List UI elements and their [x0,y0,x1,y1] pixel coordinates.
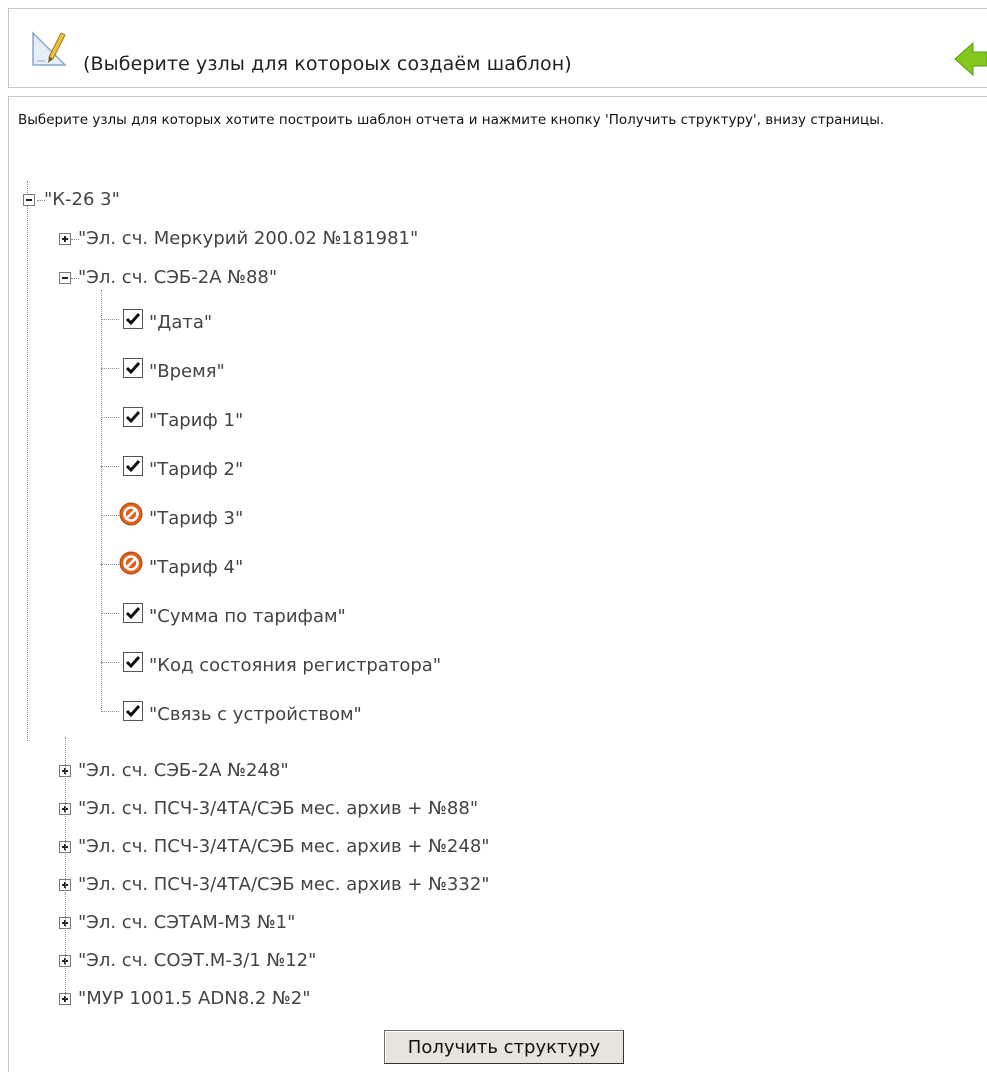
tree-node-meter[interactable]: "МУР 1001.5 ADN8.2 №2" [78,988,311,1010]
checkmark-icon [125,362,141,375]
tree-leaf-label[interactable]: "Время" [149,361,225,383]
tree-guide-line [101,613,119,614]
tree-guide-line [101,466,119,467]
node-checkbox[interactable] [123,407,143,427]
tree-node-meter[interactable]: "Эл. сч. СЭТАМ-М3 №1" [78,912,295,934]
tree-guide-line [101,368,119,369]
tree-guide-line [101,564,119,565]
page-title: (Выберите узлы для котороых создаём шабл… [83,53,572,75]
header-bar: (Выберите узлы для котороых создаём шабл… [8,8,987,88]
get-structure-button[interactable]: Получить структуру [384,1030,624,1064]
tree-node-meter[interactable]: "Эл. сч. Меркурий 200.02 №181981" [78,228,418,250]
node-checkbox[interactable] [123,456,143,476]
collapse-toggle-icon[interactable] [23,194,35,206]
node-checkbox[interactable] [123,652,143,672]
tree-node-meter[interactable]: "Эл. сч. ПСЧ-3/4ТА/СЭБ мес. архив + №332… [78,874,490,896]
ban-icon[interactable] [119,502,143,526]
expand-toggle-icon[interactable] [59,233,71,245]
tree-guide-line [101,515,119,516]
tree-guide-line [101,319,119,320]
node-checkbox[interactable] [123,701,143,721]
tree-guide-line [65,737,66,999]
ban-icon[interactable] [119,551,143,575]
checkmark-icon [125,705,141,718]
tree-leaf-label[interactable]: "Связь с устройством" [149,704,362,726]
checkmark-icon [125,607,141,620]
tree-guide-line [101,417,119,418]
tree-leaf-label[interactable]: "Тариф 3" [149,508,243,530]
node-checkbox[interactable] [123,603,143,623]
tree-leaf-label[interactable]: "Дата" [149,312,212,334]
node-checkbox[interactable] [123,309,143,329]
tree-guide-line [101,662,119,663]
tree-node-meter[interactable]: "Эл. сч. СОЭТ.М-3/1 №12" [78,950,316,972]
tree-guide-line [27,181,28,741]
back-arrow-icon[interactable] [953,39,987,79]
tree-guide-line [101,711,119,712]
tree-node-root[interactable]: "К-26 3" [44,189,120,211]
tree-node-meter[interactable]: "Эл. сч. ПСЧ-3/4ТА/СЭБ мес. архив + №88" [78,798,478,820]
tree-node-meter[interactable]: "Эл. сч. СЭБ-2А №88" [78,267,277,289]
checkmark-icon [125,411,141,424]
tree-panel: Выберите узлы для которых хотите построи… [8,96,987,1072]
tree-leaf-label[interactable]: "Сумма по тарифам" [149,606,346,628]
tree-leaf-label[interactable]: "Код состояния регистратора" [149,655,441,677]
instructions-text: Выберите узлы для которых хотите построи… [18,112,885,128]
checkmark-icon [125,656,141,669]
tree-leaf-label[interactable]: "Тариф 2" [149,459,243,481]
collapse-toggle-icon[interactable] [59,272,71,284]
tree-leaf-label[interactable]: "Тариф 4" [149,557,243,579]
checkmark-icon [125,460,141,473]
tree-guide-line [101,290,102,710]
tree-leaf-label[interactable]: "Тариф 1" [149,410,243,432]
pencil-ruler-icon [32,31,67,66]
node-checkbox[interactable] [123,358,143,378]
tree-node-meter[interactable]: "Эл. сч. СЭБ-2А №248" [78,760,289,782]
tree-node-meter[interactable]: "Эл. сч. ПСЧ-3/4ТА/СЭБ мес. архив + №248… [78,836,490,858]
checkmark-icon [125,313,141,326]
